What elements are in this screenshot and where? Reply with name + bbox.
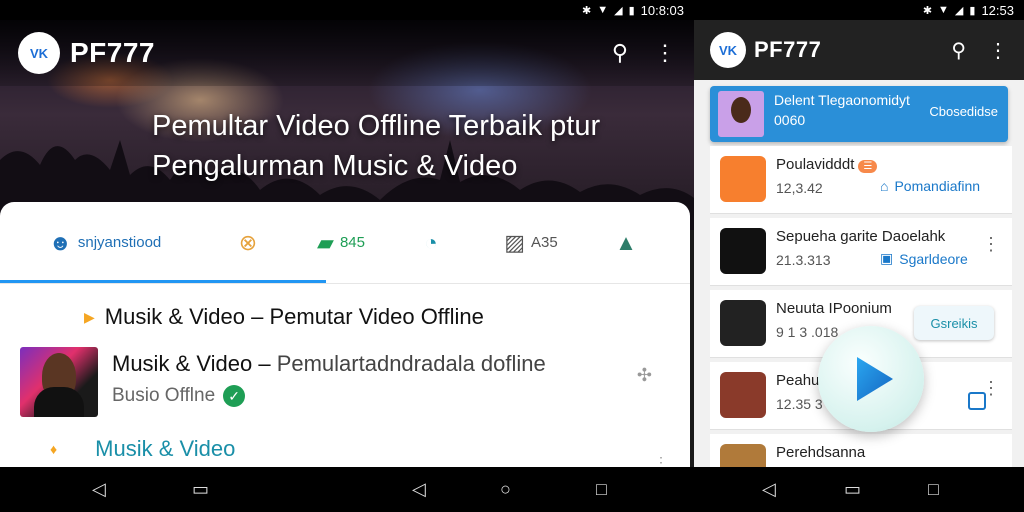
play-icon bbox=[857, 357, 893, 401]
item-action[interactable]: ▣ Sgarldeore bbox=[880, 250, 968, 267]
hero-title: Pemultar Video Offline Terbaik ptur Peng… bbox=[152, 110, 601, 182]
item-action[interactable]: ⌂ Pomandiafinn bbox=[880, 178, 980, 194]
recents-icon[interactable]: □ bbox=[928, 479, 939, 500]
profile-icon: ☻ bbox=[48, 229, 72, 255]
list-item[interactable]: Musik & Video – Pemulartadndradala dofli… bbox=[20, 347, 670, 419]
wifi-icon: ▼ bbox=[938, 4, 949, 16]
recents-icon[interactable]: □ bbox=[596, 479, 607, 500]
screen: ✱ ▼ ◢ ▮ 10:8:03 ✱ ▼ ◢ ▮ 12:53 VK PF777 ⚲… bbox=[0, 0, 1024, 512]
app-logo[interactable]: VK bbox=[18, 32, 60, 74]
list-item[interactable]: Perehdsanna bbox=[710, 434, 1012, 467]
item-title: Poulavidddt ☰ bbox=[776, 156, 878, 173]
back-icon[interactable]: ◁ bbox=[92, 479, 106, 500]
battery-icon: ▮ bbox=[628, 4, 635, 17]
tab-bar: ☻ snjyanstiood ⊗ ▰ 845 ◔ ▨ A35 ▲ bbox=[0, 202, 690, 284]
more-vert-icon[interactable]: ⋮ bbox=[982, 234, 1000, 255]
navigation-bar: ◁ ▭ ◁ ○ □ ◁ ▭ □ bbox=[0, 467, 1024, 512]
app-bar-right: VK PF777 ⚲ ⋮ bbox=[694, 20, 1024, 80]
disc-icon bbox=[720, 228, 766, 274]
tab-indicator bbox=[0, 280, 326, 283]
text-icon: ▲ bbox=[615, 229, 637, 255]
battery-icon: ▮ bbox=[969, 4, 976, 17]
content-sheet: ☻ snjyanstiood ⊗ ▰ 845 ◔ ▨ A35 ▲ ▶ Musik… bbox=[0, 202, 690, 467]
list-item[interactable]: Sepueha garite Daoelahk 21.3.313 ▣ Sgarld… bbox=[710, 218, 1012, 286]
play-small-icon: ▶ bbox=[84, 308, 95, 325]
status-bar-left: ✱ ▼ ◢ ▮ 10:8:03 bbox=[0, 0, 694, 20]
play-fab[interactable] bbox=[818, 326, 924, 432]
hero-banner: VK PF777 ⚲ ⋮ Pemultar Video Offline Terb… bbox=[0, 20, 694, 230]
app-icon bbox=[720, 300, 766, 346]
back-icon[interactable]: ◁ bbox=[762, 479, 776, 500]
more-vert-icon[interactable]: ⋮ bbox=[654, 40, 676, 66]
fire-icon: ♦ bbox=[50, 441, 58, 457]
wifi-icon: ▼ bbox=[597, 4, 609, 16]
more-vert-icon[interactable]: ⋮ bbox=[988, 38, 1008, 63]
save-icon: ▣ bbox=[880, 250, 894, 266]
status-time: 10:8:03 bbox=[640, 2, 684, 18]
item-title: Musik & Video – Pemulartadndradala dofli… bbox=[112, 351, 546, 376]
tab-close[interactable]: ⊗ bbox=[210, 202, 286, 284]
tab-text[interactable]: ▲ bbox=[596, 202, 656, 284]
list-item[interactable]: Poulavidddt ☰ 12,3.42 ⌂ Pomandiafinn bbox=[710, 146, 1012, 214]
now-playing-banner[interactable]: Delent Tlegaonomidyt 0060 Cbosedidse bbox=[710, 86, 1008, 142]
home-icon[interactable]: ▭ bbox=[192, 479, 209, 500]
artist-avatar bbox=[718, 91, 764, 137]
bluetooth-icon: ✱ bbox=[922, 4, 933, 17]
more-dots-icon[interactable]: ⋮ bbox=[654, 454, 668, 467]
video-thumbnail bbox=[20, 347, 98, 417]
album-thumbnail bbox=[720, 444, 766, 467]
close-circle-icon: ⊗ bbox=[238, 229, 258, 255]
app-logo[interactable]: VK bbox=[710, 32, 746, 68]
more-vert-icon[interactable]: ⋮ bbox=[982, 378, 1000, 399]
left-phone-screen: VK PF777 ⚲ ⋮ Pemultar Video Offline Terb… bbox=[0, 20, 694, 467]
banner-action[interactable]: Cbosedidse bbox=[929, 104, 998, 119]
status-time: 12:53 bbox=[981, 2, 1014, 18]
bluetooth-icon: ✱ bbox=[581, 4, 592, 17]
home-icon[interactable]: ▭ bbox=[844, 479, 861, 500]
signal-icon: ◢ bbox=[954, 4, 964, 17]
home-icon: ⌂ bbox=[880, 178, 889, 194]
section-heading-2[interactable]: ♦ Musik & Video bbox=[50, 436, 235, 462]
search-icon[interactable]: ⚲ bbox=[951, 38, 966, 63]
item-subtitle: Busio Offlne ✓ bbox=[112, 385, 246, 407]
tab-image[interactable]: ▨ A35 bbox=[466, 202, 596, 284]
tab-profile[interactable]: ☻ snjyanstiood bbox=[0, 202, 210, 284]
trend-icon: ▰ bbox=[317, 229, 334, 255]
back-icon[interactable]: ◁ bbox=[412, 479, 426, 500]
section-heading[interactable]: ▶ Musik & Video – Pemutar Video Offline bbox=[84, 304, 484, 330]
tab-trend[interactable]: ▰ 845 bbox=[286, 202, 396, 284]
app-title: PF777 bbox=[754, 37, 822, 62]
home-icon[interactable]: ○ bbox=[500, 479, 511, 500]
verified-check-icon: ✓ bbox=[223, 385, 246, 407]
app-bar: VK PF777 ⚲ ⋮ bbox=[0, 20, 694, 86]
item-button[interactable]: Gsreikis bbox=[914, 306, 994, 340]
drag-handle-icon[interactable]: ✣ bbox=[637, 365, 652, 386]
app-title: PF777 bbox=[70, 37, 155, 68]
signal-icon: ◢ bbox=[614, 4, 623, 17]
status-bar-right: ✱ ▼ ◢ ▮ 12:53 bbox=[694, 0, 1024, 20]
image-icon: ▨ bbox=[504, 229, 526, 255]
refresh-icon: ◔ bbox=[424, 229, 438, 255]
tab-refresh[interactable]: ◔ bbox=[396, 202, 466, 284]
artist-thumbnail bbox=[720, 372, 766, 418]
search-icon[interactable]: ⚲ bbox=[612, 40, 628, 66]
camera-icon bbox=[720, 156, 766, 202]
